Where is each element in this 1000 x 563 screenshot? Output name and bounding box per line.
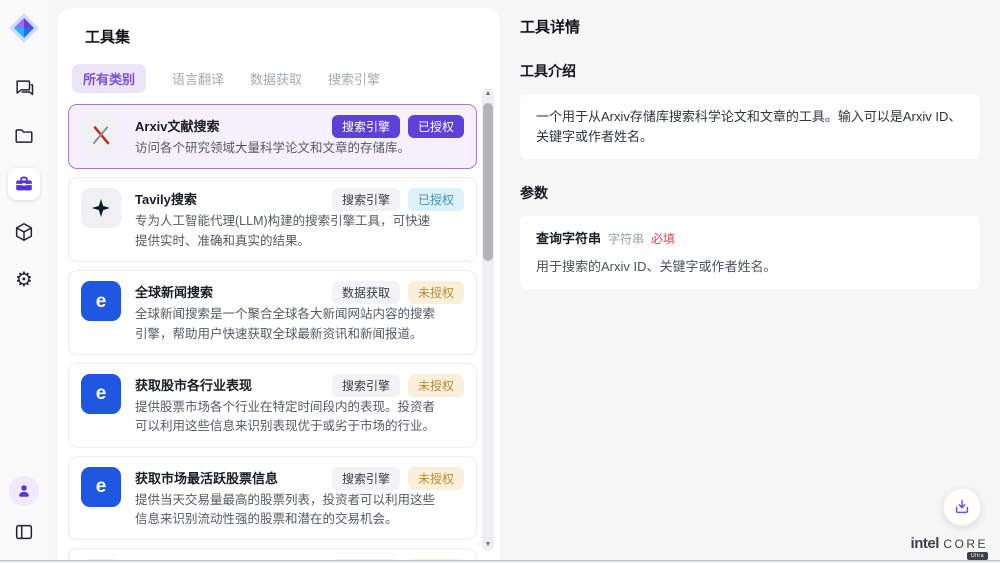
- param-required-flag: 必填: [651, 230, 675, 248]
- arxiv-logo-icon: [81, 115, 121, 155]
- param-name: 查询字符串: [536, 229, 601, 249]
- tool-card-most-active-stocks[interactable]: e 获取市场最活跃股票信息 提供当天交易量最高的股票列表，投资者可以利用这些信息…: [68, 456, 477, 541]
- tool-description: 全球新闻搜索是一个聚合全球各大新闻网站内容的搜索引擎，帮助用户快速获取全球最新资…: [135, 305, 437, 344]
- news-search-logo-icon: e: [81, 281, 121, 321]
- auth-status-badge: 已授权: [408, 115, 464, 138]
- tool-card-tavily[interactable]: Tavily搜索 专为人工智能代理(LLM)构建的搜索引擎工具，可快速提供实时、…: [68, 177, 477, 262]
- category-tabs: 所有类别 语言翻译 数据获取 搜索引擎: [72, 64, 477, 93]
- download-button[interactable]: [943, 488, 981, 526]
- intro-box: 一个用于从Arxiv存储库搜索科学论文和文章的工具。输入可以是Arxiv ID、…: [520, 94, 980, 159]
- download-icon: [952, 497, 972, 517]
- auth-status-badge: 未授权: [408, 281, 464, 304]
- intro-heading: 工具介绍: [520, 61, 980, 81]
- rail-nav: ⚙: [8, 72, 40, 296]
- rail-bottom: [8, 476, 40, 548]
- tool-card-arxiv[interactable]: Arxiv文献搜索 访问各个研究领域大量科学论文和文章的存储库。 搜索引擎 已授…: [68, 104, 477, 169]
- tab-search-engine[interactable]: 搜索引擎: [328, 64, 380, 93]
- toolset-panel: 工具集 所有类别 语言翻译 数据获取 搜索引擎 Arxiv文献搜索 访问各个研究…: [57, 8, 500, 563]
- param-description: 用于搜索的Arxiv ID、关键字或作者姓名。: [536, 257, 964, 277]
- auth-status-badge: 未授权: [408, 374, 464, 397]
- category-badge: 搜索引擎: [332, 374, 400, 397]
- user-avatar-icon[interactable]: [9, 476, 39, 506]
- scroll-down-arrow-icon[interactable]: ▼: [482, 539, 494, 551]
- stock-tool-logo-icon: e: [81, 467, 121, 507]
- tool-description: 专为人工智能代理(LLM)构建的搜索引擎工具，可快速提供实时、准确和真实的结果。: [135, 212, 437, 251]
- param-box: 查询字符串 字符串 必填 用于搜索的Arxiv ID、关键字或作者姓名。: [520, 216, 980, 289]
- settings-gear-icon[interactable]: ⚙: [8, 264, 40, 296]
- folder-icon[interactable]: [8, 120, 40, 152]
- details-title: 工具详情: [520, 16, 980, 37]
- tab-data-fetch[interactable]: 数据获取: [250, 64, 302, 93]
- chat-icon[interactable]: [8, 72, 40, 104]
- app-logo-icon: [6, 10, 42, 46]
- tool-card-list: Arxiv文献搜索 访问各个研究领域大量科学论文和文章的存储库。 搜索引擎 已授…: [68, 104, 477, 563]
- intel-core-logo: intel CORE Ultra: [911, 535, 988, 553]
- tab-language-translation[interactable]: 语言翻译: [172, 64, 224, 93]
- auth-status-badge: 未授权: [408, 467, 464, 490]
- package-icon[interactable]: [8, 216, 40, 248]
- tool-card-sector-performance[interactable]: e 获取股市各行业表现 提供股票市场各个行业在特定时间段内的表现。投资者可以利用…: [68, 363, 477, 448]
- stock-tool-logo-icon: e: [81, 374, 121, 414]
- tool-card-global-news[interactable]: e 全球新闻搜索 全球新闻搜索是一个聚合全球各大新闻网站内容的搜索引擎，帮助用户…: [68, 270, 477, 355]
- category-badge: 数据获取: [332, 281, 400, 304]
- category-badge: 搜索引擎: [332, 115, 400, 138]
- list-scrollbar[interactable]: ▲ ▼: [482, 88, 494, 551]
- toolbox-icon[interactable]: [8, 168, 40, 200]
- param-type: 字符串: [608, 230, 644, 248]
- tool-description: 提供股票市场各个行业在特定时间段内的表现。投资者可以利用这些信息来识别表现优于或…: [135, 398, 437, 437]
- params-heading: 参数: [520, 183, 980, 203]
- tool-description: 访问各个研究领域大量科学论文和文章的存储库。: [135, 139, 437, 158]
- auth-status-badge: 已授权: [408, 188, 464, 211]
- sparkle-star-icon: [81, 188, 121, 228]
- category-badge: 搜索引擎: [332, 188, 400, 211]
- toolset-title: 工具集: [85, 26, 477, 47]
- side-panel-toggle-icon[interactable]: [8, 516, 40, 548]
- scrollbar-thumb[interactable]: [483, 103, 493, 261]
- tool-description: 提供当天交易量最高的股票列表，投资者可以利用这些信息来识别流动性强的股票和潜在的…: [135, 491, 437, 530]
- category-badge: 搜索引擎: [332, 467, 400, 490]
- left-rail: ⚙: [0, 0, 48, 560]
- tab-all-categories[interactable]: 所有类别: [72, 64, 146, 93]
- scroll-up-arrow-icon[interactable]: ▲: [482, 88, 494, 100]
- tool-details-panel: 工具详情 工具介绍 一个用于从Arxiv存储库搜索科学论文和文章的工具。输入可以…: [500, 0, 1000, 560]
